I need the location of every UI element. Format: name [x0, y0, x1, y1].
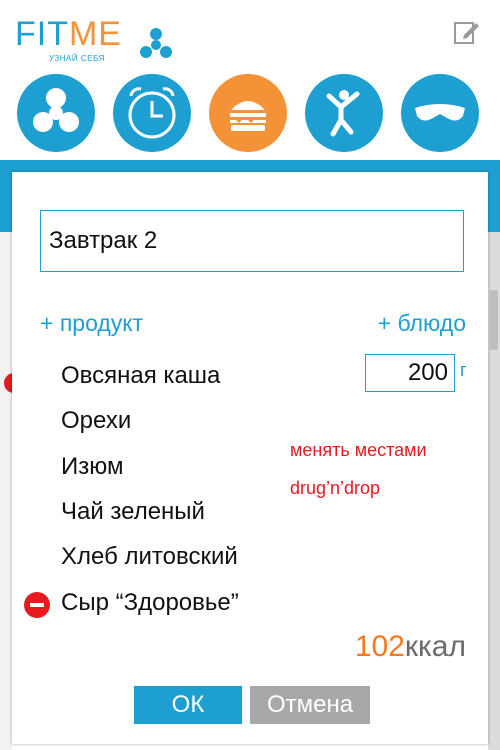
list-item[interactable]: Орехи: [61, 407, 131, 435]
nav-fan-button[interactable]: [17, 74, 95, 152]
add-product-link[interactable]: + продукт: [40, 310, 143, 337]
list-item[interactable]: Хлеб литовский: [61, 543, 238, 571]
list-item[interactable]: Сыр “Здоровье”: [61, 589, 239, 617]
hint-note: менять местами: [290, 440, 427, 460]
person-jumping-icon: [326, 90, 360, 137]
list-item[interactable]: Изюм: [61, 453, 123, 481]
edit-icon[interactable]: [452, 18, 480, 46]
hint-note-2: drug’n’drop: [290, 478, 381, 498]
remove-item-icon[interactable]: [24, 592, 50, 618]
cancel-button[interactable]: Отмена: [250, 686, 370, 724]
list-item[interactable]: Чай зеленый: [61, 498, 205, 526]
background-list-edge: [0, 232, 12, 750]
logo: FITME УЗНАЙ СЕБЯ: [15, 14, 172, 64]
burger-icon: [230, 101, 266, 131]
logo-me: ME: [68, 15, 122, 53]
sleep-mask-icon: [415, 104, 465, 121]
alarm-clock-icon: [128, 87, 176, 139]
calories-total: 102ккал: [355, 630, 466, 664]
nav-alarm-button[interactable]: [113, 74, 191, 152]
ok-button[interactable]: ОК: [134, 686, 242, 724]
meal-dialog: + продукт + блюдо Овсяная каша Орехи Изю…: [12, 172, 488, 744]
logo-mark-icon: [140, 28, 172, 58]
nav-sleep-button[interactable]: [401, 74, 479, 152]
quantity-input[interactable]: [365, 354, 455, 392]
calories-unit: ккал: [404, 630, 466, 663]
logo-fit: FIT: [15, 15, 69, 53]
fan-icon: [33, 88, 79, 132]
nav-food-button[interactable]: [209, 74, 287, 152]
nav-activity-button[interactable]: [305, 74, 383, 152]
meal-name-input[interactable]: [40, 210, 464, 272]
app-header: FITME УЗНАЙ СЕБЯ: [0, 0, 500, 160]
calories-value: 102: [354, 630, 405, 663]
scrollbar-thumb[interactable]: [490, 290, 498, 350]
logo-tagline: УЗНАЙ СЕБЯ: [49, 54, 105, 63]
logo-text: FITME: [15, 14, 122, 54]
list-item[interactable]: Овсяная каша: [61, 362, 220, 390]
quantity-unit: г: [460, 360, 467, 380]
add-dish-link[interactable]: + блюдо: [378, 310, 466, 337]
